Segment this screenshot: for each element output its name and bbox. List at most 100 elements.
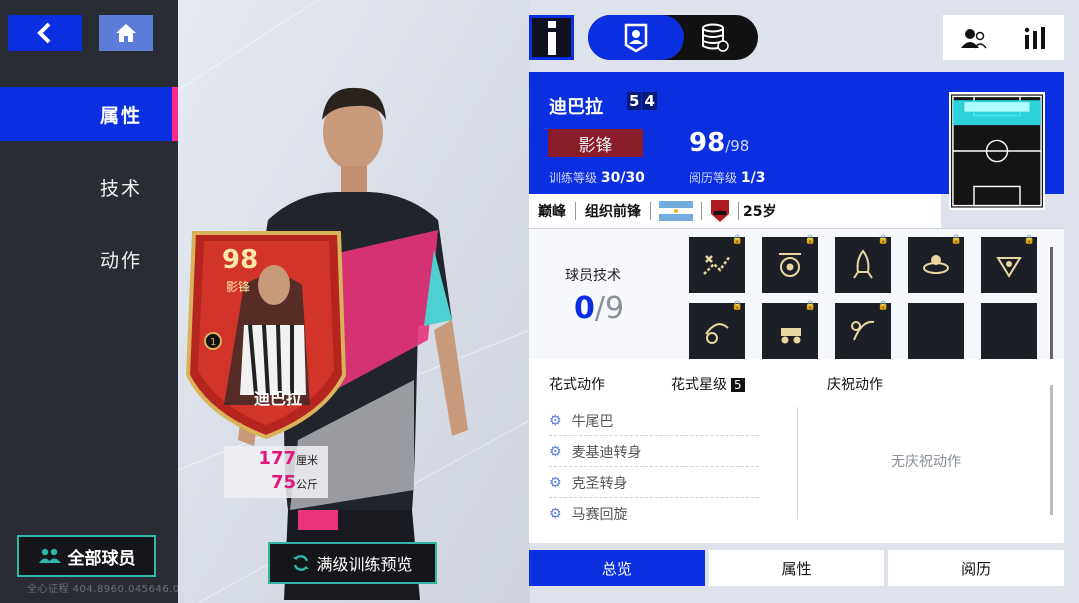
skill-tile[interactable]: 🔒 xyxy=(981,235,1037,293)
tag-peak: 巅峰 xyxy=(529,202,576,220)
rocket-skill-icon xyxy=(853,249,873,279)
ball-control-skill-icon xyxy=(779,253,801,277)
body-info: 177厘米 75公斤 xyxy=(224,446,328,498)
skill-tile[interactable]: 🔒 xyxy=(762,301,818,359)
height-unit: 厘米 xyxy=(296,454,318,467)
home-icon xyxy=(116,24,136,42)
lock-icon: 🔒 xyxy=(877,301,889,311)
tab-overview[interactable]: 总览 xyxy=(529,550,705,586)
experience-level: 阅历等级 1/3 xyxy=(689,169,765,186)
club-badge-icon xyxy=(711,200,729,222)
view-toggle[interactable] xyxy=(588,15,758,60)
player-header: 迪巴拉 5 4 影锋 98/98 训练等级 30/30 阅历等级 1/3 xyxy=(529,72,1064,210)
overall-value: 98 xyxy=(689,128,726,158)
no-celebration-text: 无庆祝动作 xyxy=(891,454,961,470)
lock-icon: 🔒 xyxy=(804,235,816,245)
gear-icon: ⚙ xyxy=(549,506,562,522)
sidebar-item-label: 属性 xyxy=(99,104,142,127)
skill-tile[interactable]: 🔒 xyxy=(762,235,818,293)
spin-skill-icon xyxy=(923,255,949,274)
card-position: 影锋 xyxy=(226,280,251,294)
back-button[interactable] xyxy=(8,15,82,51)
moves-scrollbar[interactable] xyxy=(1050,385,1053,515)
column-divider xyxy=(797,407,798,519)
gear-icon: ⚙ xyxy=(549,474,562,491)
overall-max: /98 xyxy=(725,137,750,155)
weight-row: 75公斤 xyxy=(271,472,318,493)
passing-skill-icon xyxy=(703,255,732,275)
tag-role: 组织前锋 xyxy=(576,202,651,220)
list-item[interactable]: ⚙ 牛尾巴 xyxy=(549,406,759,436)
experience-label: 阅历等级 xyxy=(689,171,738,185)
data-stack-icon[interactable] xyxy=(700,23,730,53)
fancy-move-name: 克圣转身 xyxy=(571,475,628,492)
curve-shot-skill-icon xyxy=(705,323,729,344)
skills-owned: 0 xyxy=(574,291,595,326)
skills-scrollbar[interactable] xyxy=(1050,247,1053,360)
skills-total: /9 xyxy=(594,291,625,326)
lock-icon: 🔒 xyxy=(731,235,743,245)
list-item[interactable]: ⚙ 克圣转身 xyxy=(549,468,759,498)
stats-bars-icon[interactable] xyxy=(1024,26,1046,49)
skill-tile-empty xyxy=(981,303,1037,359)
train-preview-button[interactable]: 满级训练预览 xyxy=(268,542,437,584)
moves-section: 花式动作 花式星级 5 庆祝动作 ⚙ 牛尾巴 ⚙ 麦基迪转身 ⚙ 克圣转身 ⚙ 马赛回旋 … xyxy=(529,359,1064,543)
position-pitch-map xyxy=(949,92,1045,210)
tag-divider xyxy=(701,202,702,220)
skills-count: 0/9 xyxy=(574,291,624,326)
list-item[interactable]: ⚙ 麦基迪转身 xyxy=(549,437,759,467)
users-icon xyxy=(38,548,61,563)
training-value: 30/30 xyxy=(600,170,645,186)
argentina-flag-icon xyxy=(659,201,693,221)
overall-rating: 98/98 xyxy=(689,128,749,158)
player-number: 5 4 xyxy=(627,92,657,110)
left-sidebar: 属性 技术 动作 全部球员 全心征程 404.8960.045646.09398… xyxy=(0,0,214,603)
height-row: 177厘米 xyxy=(258,448,318,469)
list-item[interactable]: ⚙ 马赛回旋 xyxy=(549,499,759,529)
sidebar-item-skills[interactable]: 技术 xyxy=(0,160,178,214)
sidebar-item-attributes[interactable]: 属性 xyxy=(0,87,178,141)
number-digit: 4 xyxy=(642,92,657,110)
player-tags: 巅峰 组织前锋 25岁 xyxy=(529,194,941,228)
fancy-move-name: 牛尾巴 xyxy=(571,413,614,430)
lock-icon: 🔒 xyxy=(804,301,816,311)
skill-tile[interactable]: 🔒 xyxy=(689,301,745,359)
overview-content: 球员技术 0/9 🔒 🔒 🔒 🔒 🔒 🔒 🔒 🔒 花式动作 花式星级 5 庆祝动… xyxy=(529,228,1064,543)
all-players-label: 全部球员 xyxy=(67,548,136,569)
svg-text:1: 1 xyxy=(210,337,216,348)
sidebar-item-moves[interactable]: 动作 xyxy=(0,232,178,286)
fancy-move-name: 马赛回旋 xyxy=(571,507,628,523)
sidebar-item-label: 动作 xyxy=(99,249,142,272)
lock-icon: 🔒 xyxy=(950,235,962,245)
home-button[interactable] xyxy=(99,15,153,51)
skill-tile[interactable]: 🔒 xyxy=(835,235,891,293)
tab-experience[interactable]: 阅历 xyxy=(888,550,1065,586)
cannon-shot-skill-icon xyxy=(781,328,801,344)
position-badge: 影锋 xyxy=(548,129,643,157)
bottom-tabs: 总览 属性 阅历 xyxy=(529,550,1065,586)
player-id-icon[interactable] xyxy=(622,23,650,53)
fancy-move-name: 麦基迪转身 xyxy=(571,444,642,461)
compare-players-icon[interactable] xyxy=(961,26,987,50)
training-label: 训练等级 xyxy=(549,171,598,185)
refresh-icon xyxy=(293,555,310,571)
skill-tile[interactable]: 🔒 xyxy=(689,235,745,293)
info-icon xyxy=(547,20,556,55)
player-stage: 1 98 影锋 迪巴拉 177厘米 75公斤 满级训练预览 xyxy=(178,0,530,603)
info-button[interactable] xyxy=(529,15,574,60)
experience-value: 1/3 xyxy=(740,170,766,186)
skill-tile[interactable]: 🔒 xyxy=(835,301,891,359)
sidebar-item-label: 技术 xyxy=(99,177,142,200)
fancy-moves-header: 花式动作 xyxy=(549,377,605,393)
fancy-star-value: 5 xyxy=(731,378,745,392)
gear-icon: ⚙ xyxy=(549,443,562,460)
lock-icon: 🔒 xyxy=(877,235,889,245)
card-rating: 98 xyxy=(222,245,259,275)
tab-attributes[interactable]: 属性 xyxy=(708,550,885,586)
goalkeeper-skill-icon xyxy=(851,320,875,341)
skill-tile[interactable]: 🔒 xyxy=(908,235,964,293)
celebration-header: 庆祝动作 xyxy=(827,377,883,393)
all-players-button[interactable]: 全部球员 xyxy=(17,535,156,577)
chevron-left-icon xyxy=(37,22,51,44)
lock-icon: 🔒 xyxy=(731,301,743,311)
